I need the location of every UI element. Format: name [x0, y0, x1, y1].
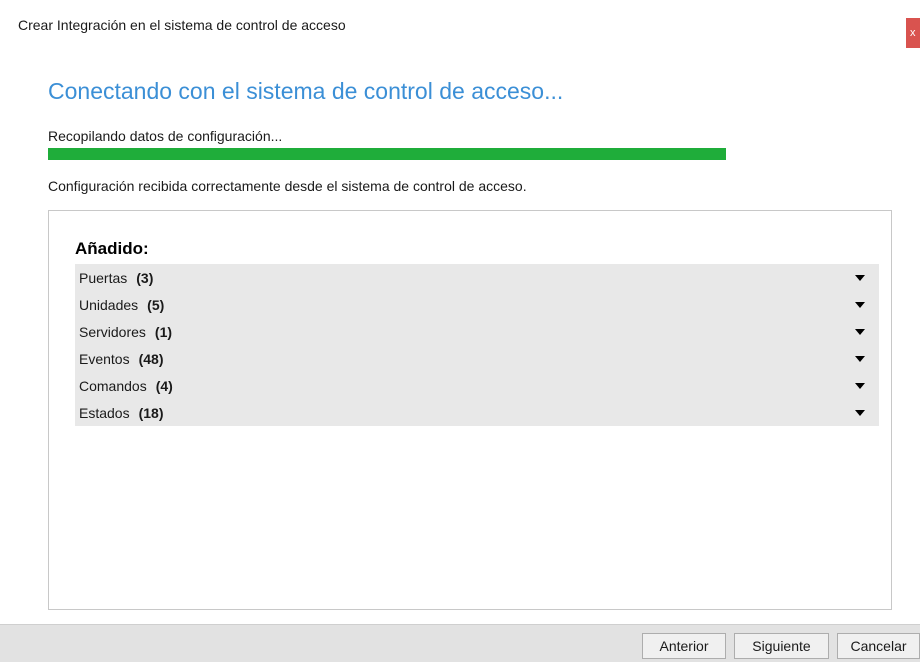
added-panel: Añadido: Puertas (3) Unidades (5) Servid… [48, 210, 892, 610]
item-count: (1) [154, 323, 173, 340]
previous-button[interactable]: Anterior [642, 633, 726, 659]
list-item-unidades[interactable]: Unidades (5) [75, 291, 879, 318]
item-label: Comandos [79, 377, 147, 394]
page-heading: Conectando con el sistema de control de … [48, 78, 564, 104]
window-title: Crear Integración en el sistema de contr… [18, 17, 346, 33]
chevron-down-icon[interactable] [855, 274, 865, 281]
status-text: Recopilando datos de configuración... [48, 128, 283, 144]
title-bar: Crear Integración en el sistema de contr… [0, 0, 920, 48]
item-label: Estados [79, 404, 130, 421]
item-count: (4) [155, 377, 173, 394]
chevron-down-icon[interactable] [855, 328, 865, 335]
chevron-down-icon[interactable] [855, 382, 865, 389]
list-item-estados[interactable]: Estados (18) [75, 399, 879, 426]
chevron-down-icon[interactable] [855, 355, 865, 362]
progress-bar [48, 148, 726, 160]
list-item-servidores[interactable]: Servidores (1) [75, 318, 879, 345]
next-button[interactable]: Siguiente [734, 633, 829, 659]
progress-fill [48, 148, 726, 160]
item-label: Puertas [79, 269, 128, 286]
item-label: Unidades [79, 296, 139, 313]
item-count: (48) [138, 350, 164, 367]
close-button[interactable]: x [906, 18, 920, 48]
list-item-puertas[interactable]: Puertas (3) [75, 264, 879, 291]
list-item-comandos[interactable]: Comandos (4) [75, 372, 879, 399]
item-label: Eventos [79, 350, 130, 367]
item-count: (3) [136, 269, 154, 286]
item-count: (5) [147, 296, 165, 313]
success-message: Configuración recibida correctamente des… [48, 178, 527, 194]
chevron-down-icon[interactable] [855, 301, 865, 308]
item-count: (18) [138, 404, 164, 421]
dialog-window: Crear Integración en el sistema de contr… [0, 0, 920, 662]
added-items-list: Puertas (3) Unidades (5) Servidores (1) … [75, 264, 879, 426]
panel-title: Añadido: [75, 239, 149, 258]
footer-bar: Anterior Siguiente Cancelar [0, 624, 920, 662]
close-icon: x [910, 27, 916, 39]
cancel-button[interactable]: Cancelar [837, 633, 920, 659]
chevron-down-icon[interactable] [855, 409, 865, 416]
list-item-eventos[interactable]: Eventos (48) [75, 345, 879, 372]
item-label: Servidores [79, 323, 146, 340]
